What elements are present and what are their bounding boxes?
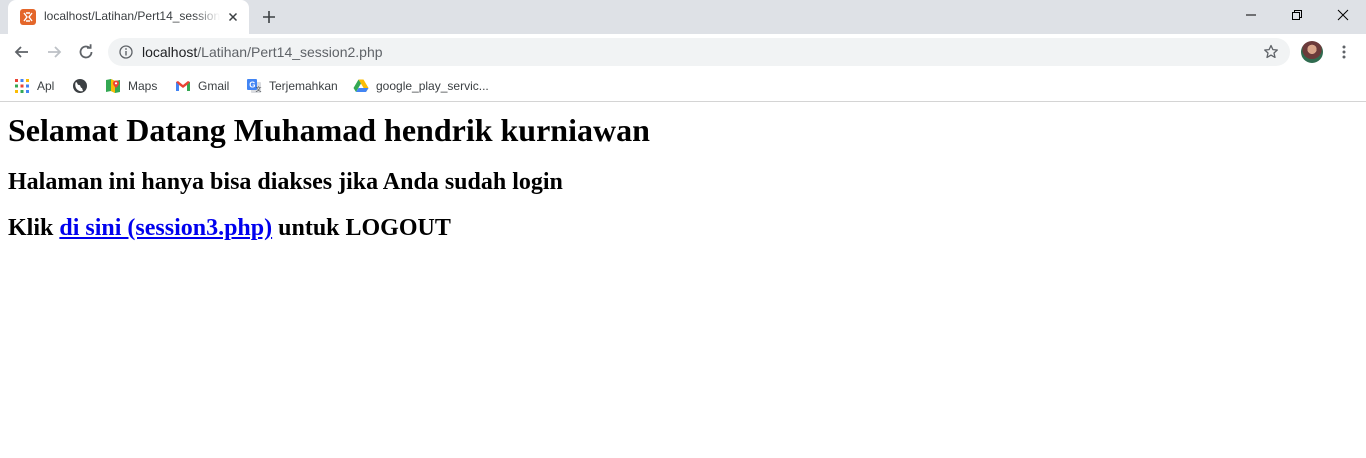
restore-button[interactable] — [1274, 0, 1320, 30]
url-path: /Latihan/Pert14_session2.php — [197, 44, 383, 60]
bookmark-globe[interactable] — [72, 76, 90, 96]
browser-tab[interactable]: localhost/Latihan/Pert14_session2.php — [8, 0, 249, 34]
bookmark-label: Maps — [128, 79, 158, 93]
reload-icon — [79, 44, 93, 59]
tab-title: localhost/Latihan/Pert14_session2.php — [44, 9, 220, 23]
bookmarks-bar: Apl Maps Gmail G 文 Terjemahkan google_pl… — [0, 70, 1366, 102]
logout-suffix: untuk LOGOUT — [272, 215, 451, 241]
welcome-heading: Selamat Datang Muhamad hendrik kurniawan — [8, 112, 650, 148]
gmail-icon — [176, 81, 190, 91]
restore-icon — [1292, 10, 1302, 20]
forward-button[interactable] — [40, 38, 68, 66]
bookmark-apps[interactable]: Apl — [14, 76, 62, 96]
star-icon[interactable] — [1263, 44, 1279, 60]
translate-icon: G 文 — [247, 79, 262, 94]
bookmark-label: google_play_servic... — [376, 79, 489, 93]
tab-strip: localhost/Latihan/Pert14_session2.php — [0, 0, 1366, 34]
new-tab-icon[interactable] — [259, 7, 279, 27]
bookmark-maps[interactable]: Maps — [105, 76, 161, 96]
back-button[interactable] — [8, 38, 36, 66]
logout-instruction: Klik di sini (session3.php) untuk LOGOUT — [8, 215, 451, 242]
arrow-left-icon — [14, 46, 28, 58]
svg-text:文: 文 — [256, 86, 262, 94]
logout-link[interactable]: di sini (session3.php) — [59, 215, 272, 241]
apps-grid-icon — [15, 79, 29, 93]
google-drive-icon — [353, 79, 369, 92]
reload-button[interactable] — [72, 38, 100, 66]
bookmark-label: Terjemahkan — [269, 79, 338, 93]
url-text[interactable]: localhost/Latihan/Pert14_session2.php — [142, 44, 383, 60]
close-window-button[interactable] — [1320, 0, 1366, 30]
address-bar[interactable]: localhost/Latihan/Pert14_session2.php — [108, 38, 1290, 66]
bookmark-label: Gmail — [198, 79, 230, 93]
globe-icon — [73, 79, 87, 93]
maps-icon — [106, 79, 120, 93]
tab-close-icon[interactable] — [225, 9, 241, 25]
minimize-icon — [1246, 14, 1256, 16]
bookmark-gmail[interactable]: Gmail — [175, 76, 233, 96]
profile-avatar[interactable] — [1301, 41, 1323, 63]
more-vert-icon[interactable] — [1336, 44, 1352, 60]
bookmark-translate[interactable]: G 文 Terjemahkan — [246, 76, 342, 96]
info-icon[interactable] — [119, 45, 133, 59]
toolbar: localhost/Latihan/Pert14_session2.php — [0, 34, 1366, 70]
close-icon — [1337, 9, 1349, 21]
bookmark-label: Apl — [37, 79, 55, 93]
arrow-right-icon — [48, 46, 62, 58]
url-host: localhost — [142, 44, 198, 60]
xampp-icon — [20, 9, 36, 25]
access-info-heading: Halaman ini hanya bisa diakses jika Anda… — [8, 169, 563, 195]
bookmark-drive[interactable]: google_play_servic... — [353, 76, 493, 96]
page-content: Selamat Datang Muhamad hendrik kurniawan… — [0, 103, 1366, 458]
minimize-button[interactable] — [1228, 0, 1274, 30]
logout-prefix: Klik — [8, 215, 60, 241]
svg-text:G: G — [249, 81, 255, 90]
